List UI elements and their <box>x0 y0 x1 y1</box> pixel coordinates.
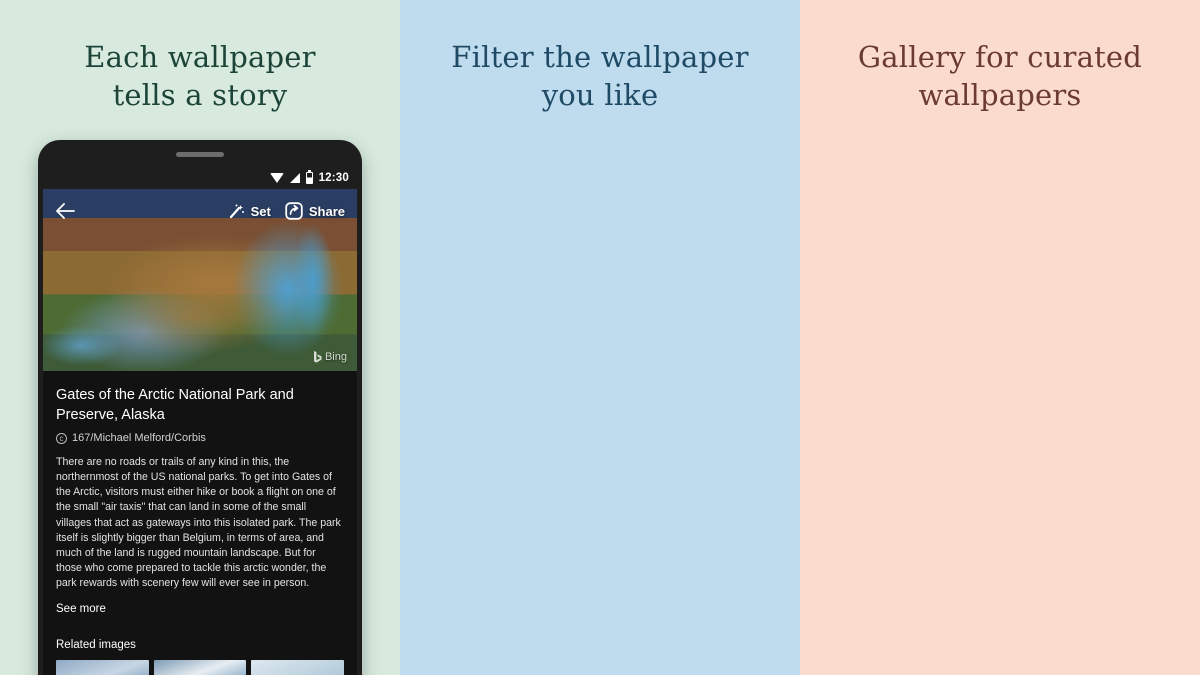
detail-hero-toolbar: Set Share <box>43 189 357 233</box>
signal-icon <box>289 173 300 183</box>
share-icon[interactable] <box>285 202 303 220</box>
panel-1-heading: Each wallpaper tells a story <box>84 40 316 113</box>
phone-1-screen: 12:30 Set Share Bing Gates of the Arctic… <box>43 167 357 675</box>
copyright-icon: c <box>56 432 67 444</box>
image-description: There are no roads or trails of any kind… <box>56 456 341 590</box>
promo-panel-2: Filter the wallpaper you like 12:30 <box>400 0 800 675</box>
battery-icon <box>305 170 313 184</box>
related-thumb[interactable] <box>56 660 149 675</box>
related-thumb[interactable] <box>153 660 247 675</box>
image-detail-panel: Gates of the Arctic National Park and Pr… <box>43 371 357 675</box>
magic-wand-icon[interactable] <box>228 203 245 220</box>
share-label[interactable]: Share <box>309 204 345 219</box>
app-store-screenshot-set: Each wallpaper tells a story 12:30 Set S… <box>0 0 1200 675</box>
image-credit: c 167/Michael Melford/Corbis <box>56 432 344 444</box>
detail-hero-image: Set Share Bing <box>43 189 357 371</box>
promo-panel-1: Each wallpaper tells a story 12:30 Set S… <box>0 0 400 675</box>
image-credit-text: 167/Michael Melford/Corbis <box>72 432 206 444</box>
status-bar: 12:30 <box>43 167 357 189</box>
bing-watermark: Bing <box>313 351 347 363</box>
panel-3-heading: Gallery for curated wallpapers <box>857 40 1143 113</box>
phone-speaker-grille <box>176 152 224 157</box>
see-more-link[interactable]: See more <box>56 603 344 615</box>
set-wallpaper-label[interactable]: Set <box>251 204 271 219</box>
related-images-row <box>56 660 345 675</box>
detail-hero-actions: Set Share <box>228 202 345 220</box>
wifi-icon <box>269 173 284 183</box>
promo-panel-3: Gallery for curated wallpapers 12:30 <box>800 0 1200 675</box>
phone-mockup-1: 12:30 Set Share Bing Gates of the Arctic… <box>38 140 362 675</box>
related-images-heading: Related images <box>56 639 136 652</box>
panel-2-heading: Filter the wallpaper you like <box>451 40 749 113</box>
back-arrow-icon[interactable] <box>55 203 75 219</box>
bing-watermark-label: Bing <box>324 351 347 363</box>
image-title: Gates of the Arctic National Park and Pr… <box>56 387 294 423</box>
status-clock: 12:30 <box>318 172 349 184</box>
related-thumb[interactable] <box>251 660 345 675</box>
